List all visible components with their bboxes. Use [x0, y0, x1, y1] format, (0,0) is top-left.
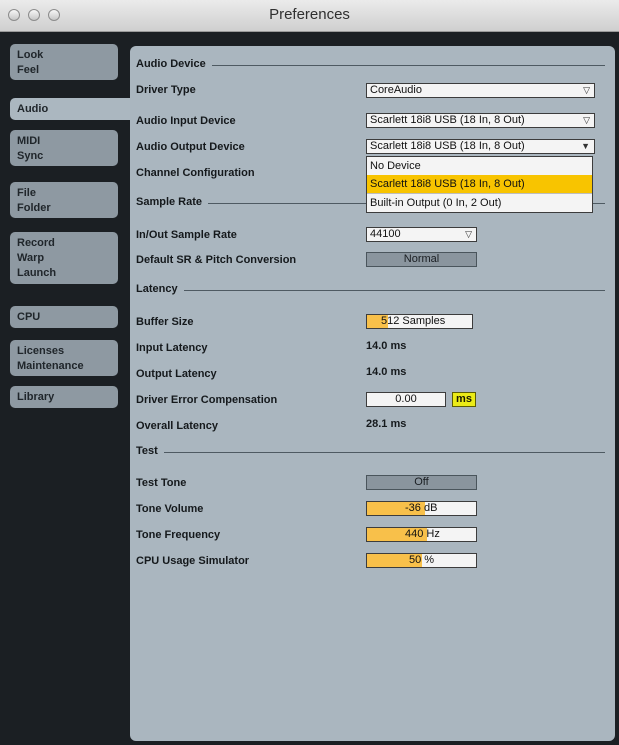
tab-label: Licenses [17, 345, 65, 357]
section-heading: Test [136, 445, 164, 457]
cpu-usage-simulator-label: CPU Usage Simulator [136, 555, 250, 567]
driver-error-compensation-control: 0.00 ms [366, 392, 478, 407]
tone-volume-label: Tone Volume [136, 503, 204, 515]
chevron-down-icon: ▽ [465, 229, 472, 239]
overall-latency-value: 28.1 ms [366, 418, 407, 430]
input-latency-value: 14.0 ms [366, 340, 407, 352]
default-sr-button[interactable]: Normal [366, 252, 477, 267]
tab-label: File [17, 187, 36, 199]
tab-label: Look [17, 49, 44, 61]
section-divider [136, 290, 605, 291]
chevron-down-icon: ▼ [581, 141, 590, 151]
buffer-size-label: Buffer Size [136, 316, 194, 328]
tab-file-folder[interactable]: File Folder [10, 182, 118, 218]
audio-output-device-select[interactable]: Scarlett 18i8 USB (18 In, 8 Out) ▼ [366, 139, 595, 154]
driver-error-compensation-value: 0.00 [395, 393, 417, 405]
audio-preferences-panel: Audio Device Driver Type CoreAudio ▽ Aud… [130, 46, 615, 741]
chevron-down-icon: ▽ [583, 115, 590, 125]
title-bar: Preferences [0, 0, 619, 32]
tab-label: Sync [17, 150, 44, 162]
section-test: Test [136, 445, 605, 459]
tab-label: MIDI [17, 135, 41, 147]
tab-label: Launch [17, 267, 57, 279]
audio-input-device-select[interactable]: Scarlett 18i8 USB (18 In, 8 Out) ▽ [366, 113, 595, 128]
inout-sample-rate-value: 44100 [370, 228, 401, 240]
driver-type-value: CoreAudio [370, 84, 422, 96]
channel-configuration-label: Channel Configuration [136, 167, 255, 179]
driver-type-label: Driver Type [136, 84, 196, 96]
tone-volume-value: -36 dB [405, 502, 437, 515]
tone-frequency-number: 440 [405, 528, 424, 540]
section-heading: Audio Device [136, 58, 212, 70]
dropdown-option-built-in-output[interactable]: Built-in Output (0 In, 2 Out) [367, 193, 592, 212]
tab-licenses-maintenance[interactable]: Licenses Maintenance [10, 340, 118, 376]
audio-output-device-label: Audio Output Device [136, 141, 245, 153]
tone-frequency-label: Tone Frequency [136, 529, 221, 541]
test-tone-label: Test Tone [136, 477, 187, 489]
cpu-usage-simulator-value: 50 % [409, 554, 435, 566]
output-latency-label: Output Latency [136, 368, 217, 380]
tone-frequency-field[interactable]: 440 Hz [366, 527, 477, 542]
tab-look-feel[interactable]: Look Feel [10, 44, 118, 80]
tab-label: Record [17, 237, 55, 249]
tab-midi-sync[interactable]: MIDI Sync [10, 130, 118, 166]
output-latency-value: 14.0 ms [366, 366, 407, 378]
tone-frequency-unit: Hz [423, 528, 440, 540]
section-heading: Sample Rate [136, 196, 209, 208]
tone-volume-number: -36 [405, 502, 421, 514]
window-title: Preferences [269, 6, 350, 23]
section-heading: Latency [136, 283, 184, 295]
tone-volume-field[interactable]: -36 dB [366, 501, 477, 516]
inout-sample-rate-label: In/Out Sample Rate [136, 229, 237, 241]
driver-type-select[interactable]: CoreAudio ▽ [366, 83, 595, 98]
dropdown-option-no-device[interactable]: No Device [367, 157, 592, 175]
audio-input-device-value: Scarlett 18i8 USB (18 In, 8 Out) [370, 114, 525, 126]
audio-output-device-dropdown: No Device Scarlett 18i8 USB (18 In, 8 Ou… [366, 156, 593, 213]
buffer-size-field[interactable]: 512 Samples [366, 314, 473, 329]
tab-record-warp-launch[interactable]: Record Warp Launch [10, 232, 118, 284]
driver-error-compensation-field[interactable]: 0.00 [366, 392, 446, 407]
dropdown-option-scarlett[interactable]: Scarlett 18i8 USB (18 In, 8 Out) [367, 175, 592, 193]
input-latency-label: Input Latency [136, 342, 208, 354]
audio-output-device-value: Scarlett 18i8 USB (18 In, 8 Out) [370, 140, 525, 152]
section-latency: Latency [136, 283, 605, 297]
section-audio-device: Audio Device [136, 58, 605, 72]
tab-label: CPU [17, 311, 41, 323]
tone-volume-unit: dB [420, 502, 438, 514]
tab-label: Maintenance [17, 360, 84, 372]
tab-library[interactable]: Library [10, 386, 118, 408]
tab-label: Library [17, 391, 55, 403]
driver-error-compensation-label: Driver Error Compensation [136, 394, 278, 406]
ms-unit-toggle[interactable]: ms [452, 392, 476, 407]
audio-input-device-label: Audio Input Device [136, 115, 236, 127]
inout-sample-rate-select[interactable]: 44100 ▽ [366, 227, 477, 242]
tone-frequency-value: 440 Hz [405, 528, 440, 541]
tab-audio[interactable]: Audio [10, 98, 136, 120]
buffer-size-value: 512 Samples [381, 315, 445, 328]
chevron-down-icon: ▽ [583, 85, 590, 95]
section-divider [136, 452, 605, 453]
default-sr-label: Default SR & Pitch Conversion [136, 254, 297, 266]
buffer-size-unit: Samples [399, 315, 446, 327]
tab-label: Folder [17, 202, 51, 214]
tab-label: Warp [17, 252, 45, 264]
overall-latency-label: Overall Latency [136, 420, 218, 432]
tab-label: Feel [17, 64, 40, 76]
tab-cpu[interactable]: CPU [10, 306, 118, 328]
buffer-size-number: 512 [381, 315, 400, 327]
test-tone-toggle[interactable]: Off [366, 475, 477, 490]
cpu-usage-simulator-field[interactable]: 50 % [366, 553, 477, 568]
tab-label: Audio [17, 103, 49, 115]
